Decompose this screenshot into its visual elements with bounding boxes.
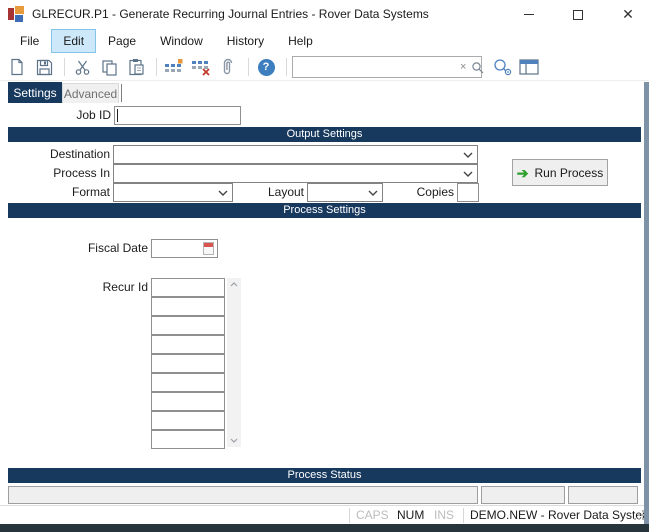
search-icon[interactable]	[470, 61, 489, 74]
format-select[interactable]	[113, 183, 233, 202]
chevron-down-icon	[368, 190, 378, 196]
help-question-glyph: ?	[257, 58, 275, 76]
find-record-icon[interactable]	[490, 57, 514, 77]
status-bar-divider	[463, 508, 464, 523]
destination-label: Destination	[49, 147, 110, 161]
chevron-down-icon	[218, 190, 228, 196]
job-id-label: Job ID	[76, 108, 111, 122]
menu-history[interactable]: History	[215, 29, 276, 53]
app-icon-square-red	[8, 8, 14, 20]
maximize-button[interactable]	[563, 4, 593, 24]
run-process-label: Run Process	[534, 165, 604, 180]
toolbar-separator	[156, 58, 157, 76]
recur-id-input-9[interactable]	[151, 430, 225, 449]
num-indicator: NUM	[397, 508, 425, 522]
layout-select[interactable]	[307, 183, 383, 202]
process-status-header: Process Status	[8, 468, 641, 483]
job-id-input[interactable]	[114, 106, 241, 125]
cut-icon[interactable]	[70, 57, 94, 77]
search-input[interactable]	[293, 58, 456, 76]
menu-window[interactable]: Window	[148, 29, 215, 53]
app-icon	[8, 6, 24, 22]
window-title: GLRECUR.P1 - Generate Recurring Journal …	[32, 7, 429, 21]
recur-id-input-1[interactable]	[151, 278, 225, 297]
menu-help[interactable]: Help	[276, 29, 325, 53]
process-settings-header: Process Settings	[8, 203, 641, 218]
title-bar: GLRECUR.P1 - Generate Recurring Journal …	[0, 0, 649, 28]
caps-indicator: CAPS	[356, 508, 389, 522]
format-label: Format	[71, 185, 110, 199]
new-document-icon[interactable]	[5, 57, 29, 77]
delete-rows-icon[interactable]	[189, 57, 213, 77]
paste-icon[interactable]	[124, 57, 148, 77]
toolbar-separator	[286, 58, 287, 76]
recur-id-input-2[interactable]	[151, 297, 225, 316]
toolbar: ? ×	[0, 54, 649, 81]
session-label: DEMO.NEW - Rover Data Systems	[470, 508, 649, 522]
scroll-down-icon[interactable]	[230, 438, 238, 443]
app-icon-square-blue	[15, 15, 23, 22]
attach-icon[interactable]	[216, 57, 240, 77]
recur-id-input-7[interactable]	[151, 392, 225, 411]
chevron-down-icon	[463, 171, 473, 177]
status-bar-divider	[349, 508, 350, 523]
layout-label: Layout	[267, 185, 304, 199]
copies-input[interactable]	[457, 183, 479, 202]
status-bar: CAPS NUM INS DEMO.NEW - Rover Data Syste…	[0, 505, 649, 524]
tab-strip-divider	[121, 84, 122, 102]
recur-id-input-3[interactable]	[151, 316, 225, 335]
tab-advanced[interactable]: Advanced	[62, 83, 119, 103]
help-icon[interactable]: ?	[254, 57, 278, 77]
fiscal-date-input[interactable]	[151, 239, 218, 258]
calendar-icon[interactable]	[203, 242, 214, 255]
recur-id-input-5[interactable]	[151, 354, 225, 373]
maximize-icon	[573, 9, 583, 20]
minimize-icon	[524, 14, 534, 16]
text-caret	[117, 109, 118, 122]
ins-indicator: INS	[434, 508, 455, 522]
app-window: GLRECUR.P1 - Generate Recurring Journal …	[0, 0, 649, 532]
save-icon[interactable]	[32, 57, 56, 77]
recur-id-scrollbar[interactable]	[227, 278, 241, 447]
destination-select[interactable]	[113, 145, 478, 164]
fiscal-date-label: Fiscal Date	[87, 241, 148, 255]
run-arrow-icon: ➔	[516, 164, 529, 181]
recur-id-input-8[interactable]	[151, 411, 225, 430]
toolbar-separator	[248, 58, 249, 76]
close-button[interactable]: ✕	[613, 4, 643, 24]
menu-edit[interactable]: Edit	[51, 29, 97, 53]
scroll-up-icon[interactable]	[230, 282, 238, 287]
desktop-strip	[0, 524, 649, 532]
tab-settings[interactable]: Settings	[8, 82, 62, 103]
process-in-label: Process In	[53, 166, 110, 180]
calendar-icon-top	[204, 243, 213, 247]
chevron-down-icon	[463, 152, 473, 158]
menu-bar: File Edit Page Window History Help	[0, 28, 649, 54]
process-status-field-main	[8, 486, 478, 504]
app-icon-square-orange	[15, 6, 24, 14]
recur-id-input-4[interactable]	[151, 335, 225, 354]
copy-icon[interactable]	[97, 57, 121, 77]
toolbar-search: ×	[292, 56, 484, 78]
window-layout-icon[interactable]	[517, 57, 541, 77]
menu-page[interactable]: Page	[96, 29, 148, 53]
output-settings-header: Output Settings	[8, 127, 641, 142]
toolbar-separator	[64, 58, 65, 76]
search-clear-icon[interactable]: ×	[456, 61, 470, 73]
run-process-button[interactable]: ➔ Run Process	[512, 159, 608, 186]
insert-rows-icon[interactable]	[162, 57, 186, 77]
minimize-button[interactable]	[514, 4, 544, 24]
process-status-field-3	[568, 486, 638, 504]
recur-id-input-6[interactable]	[151, 373, 225, 392]
window-right-border	[644, 82, 649, 524]
menu-file[interactable]: File	[8, 29, 51, 53]
copies-label: Copies	[416, 185, 454, 199]
process-status-field-2	[481, 486, 565, 504]
recur-id-label: Recur Id	[102, 280, 148, 294]
process-in-select[interactable]	[113, 164, 478, 183]
